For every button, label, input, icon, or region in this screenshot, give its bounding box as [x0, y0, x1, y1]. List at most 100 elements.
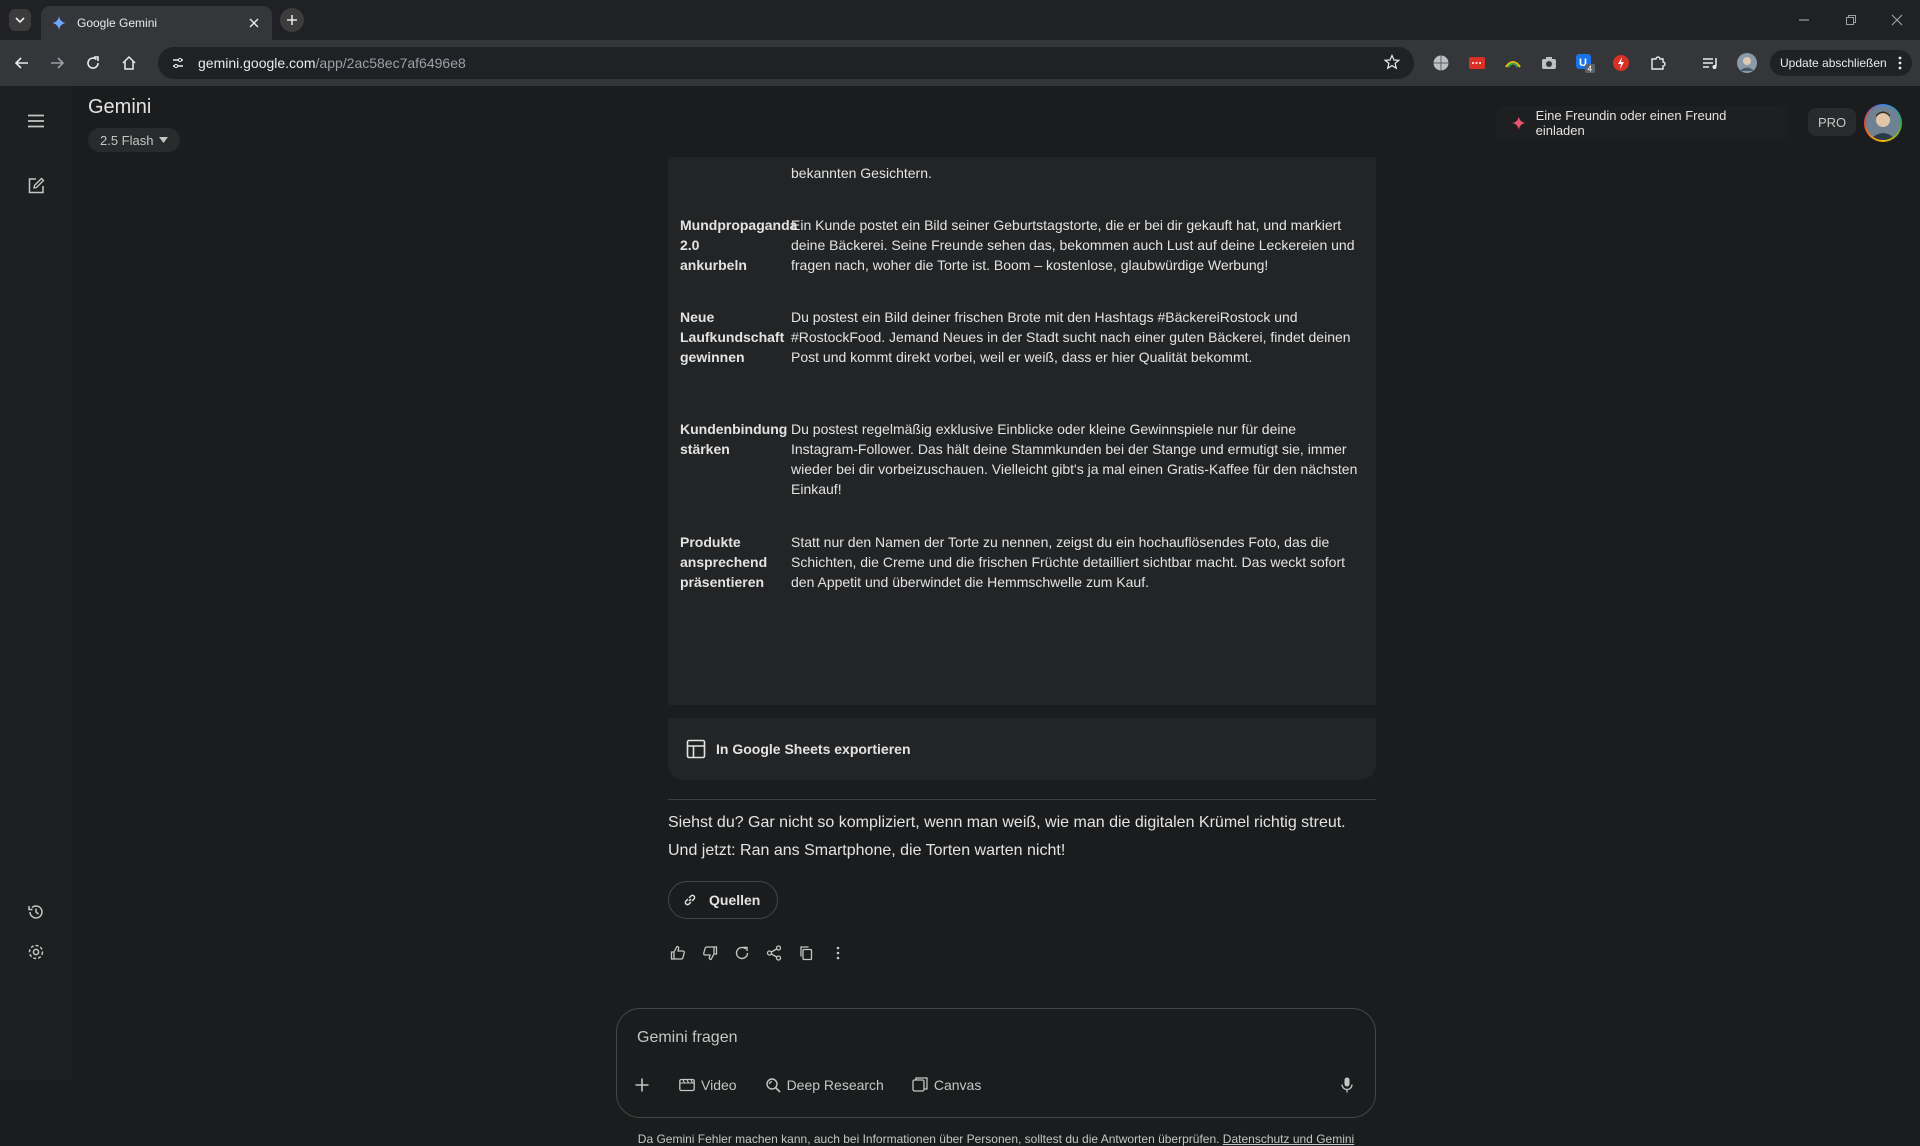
- browser-tab-strip: Google Gemini: [0, 0, 1920, 40]
- prompt-input-placeholder[interactable]: Gemini fragen: [637, 1029, 738, 1047]
- link-icon: [684, 894, 696, 906]
- export-to-sheets-button[interactable]: In Google Sheets exportieren: [668, 718, 1376, 780]
- settings-button[interactable]: [24, 940, 48, 964]
- canvas-tool-label: Canvas: [933, 1077, 982, 1093]
- address-bar[interactable]: gemini.google.com/app/2ac58ec7af6496e8: [158, 47, 1414, 79]
- tab-title: Google Gemini: [77, 16, 158, 30]
- canvas-tool-button[interactable]: Canvas: [912, 1077, 981, 1093]
- update-label: Update abschließen: [1780, 56, 1887, 70]
- sources-label: Quellen: [709, 892, 761, 908]
- more-vert-icon[interactable]: [826, 941, 850, 965]
- tab-search-button[interactable]: [9, 9, 31, 31]
- forward-button[interactable]: [45, 51, 69, 75]
- new-tab-button[interactable]: [280, 8, 304, 32]
- canvas-icon: [912, 1077, 928, 1092]
- reload-icon: [87, 56, 99, 69]
- microphone-icon[interactable]: [1341, 1077, 1353, 1093]
- minimize-window-button[interactable]: [1794, 10, 1814, 30]
- model-selector[interactable]: 2.5 Flash: [88, 128, 181, 152]
- disclaimer-text: Da Gemini Fehler machen kann, auch bei I…: [637, 1132, 1220, 1146]
- extension-badge-count: 4: [1588, 65, 1593, 74]
- deep-research-button[interactable]: Deep Research: [765, 1077, 884, 1093]
- close-icon: [1891, 14, 1903, 26]
- invite-friend-button[interactable]: Eine Freundin oder einen Freund einladen: [1496, 106, 1788, 140]
- add-attachment-button[interactable]: [635, 1078, 655, 1092]
- account-avatar[interactable]: [1864, 104, 1902, 142]
- main-menu-button[interactable]: [24, 109, 48, 133]
- app-title: Gemini: [88, 96, 152, 118]
- table-cell-value: Du postest ein Bild deiner frischen Brot…: [791, 309, 1351, 365]
- sources-button[interactable]: Quellen: [668, 881, 778, 919]
- url-host: gemini.google.com: [198, 55, 316, 71]
- sparkle-icon: [1512, 116, 1526, 130]
- plus-icon: [635, 1078, 649, 1092]
- camera-extension-icon[interactable]: [1539, 53, 1559, 73]
- new-chat-button[interactable]: [24, 174, 48, 198]
- side-rail: [0, 86, 72, 1080]
- back-button[interactable]: [10, 51, 34, 75]
- thumb-up-icon[interactable]: [666, 941, 690, 965]
- table-cell-key: Mundpropaganda 2.0 ankurbeln: [680, 217, 798, 273]
- table-cell-value: Statt nur den Namen der Torte zu nennen,…: [791, 534, 1346, 590]
- user-photo-icon: [1866, 106, 1900, 140]
- copy-icon[interactable]: [794, 941, 818, 965]
- extension-red-icon[interactable]: [1467, 53, 1487, 73]
- extension-globe-icon[interactable]: [1431, 53, 1451, 73]
- response-table: bekannten Gesichtern. Mundpropaganda 2.0…: [668, 157, 1376, 705]
- gemini-app: Gemini 2.5 Flash Eine Freundin oder eine…: [0, 86, 1920, 1146]
- restore-window-button[interactable]: [1841, 10, 1861, 30]
- history-icon: [28, 905, 43, 919]
- table-cell-value: bekannten Gesichtern.: [791, 165, 932, 181]
- close-window-button[interactable]: [1887, 10, 1907, 30]
- update-button[interactable]: Update abschließen: [1770, 50, 1912, 76]
- arrow-right-icon: [51, 57, 65, 69]
- home-icon: [122, 55, 136, 70]
- prompt-input-box[interactable]: Gemini fragen Video Deep Research Canvas: [616, 1008, 1376, 1118]
- minimize-icon: [1799, 19, 1809, 21]
- flash-extension-icon[interactable]: [1611, 53, 1631, 73]
- shield-extension-icon[interactable]: U4: [1575, 53, 1595, 73]
- url-path: /app/2ac58ec7af6496e8: [315, 55, 466, 71]
- reload-button[interactable]: [81, 51, 105, 75]
- gear-icon: [28, 944, 44, 960]
- disclaimer: Da Gemini Fehler machen kann, auch bei I…: [616, 1132, 1376, 1146]
- chevron-down-icon: [15, 17, 25, 24]
- video-tool-button[interactable]: Video: [679, 1077, 737, 1093]
- close-tab-icon[interactable]: [246, 15, 262, 31]
- video-tool-label: Video: [701, 1077, 737, 1093]
- activity-button[interactable]: [24, 900, 48, 924]
- extension-rainbow-icon[interactable]: [1503, 53, 1523, 73]
- share-icon[interactable]: [762, 941, 786, 965]
- invite-label: Eine Freundin oder einen Freund einladen: [1535, 108, 1727, 138]
- site-info-icon[interactable]: [164, 49, 192, 77]
- deep-research-icon: [765, 1078, 781, 1093]
- deep-research-label: Deep Research: [786, 1077, 884, 1093]
- table-cell-key: Produkte ansprechend präsentieren: [680, 534, 768, 590]
- hamburger-icon: [28, 114, 44, 128]
- video-icon: [679, 1078, 695, 1092]
- restore-icon: [1846, 15, 1856, 25]
- caret-down-icon: [159, 137, 169, 143]
- arrow-left-icon: [14, 57, 28, 69]
- table-cell-key: Kundenbindung stärken: [680, 421, 788, 457]
- home-button[interactable]: [117, 51, 141, 75]
- more-vert-icon[interactable]: [1898, 56, 1902, 70]
- regenerate-icon[interactable]: [730, 941, 754, 965]
- edit-square-icon: [28, 177, 45, 194]
- puzzle-extensions-icon[interactable]: [1648, 53, 1668, 73]
- table-cell-key: Neue Laufkundschaft gewinnen: [680, 309, 785, 365]
- model-label: 2.5 Flash: [100, 132, 154, 148]
- thumb-down-icon[interactable]: [698, 941, 722, 965]
- bookmark-star-icon[interactable]: [1384, 54, 1400, 70]
- media-control-icon[interactable]: [1700, 53, 1720, 73]
- privacy-link[interactable]: Datenschutz und Gemini: [1223, 1132, 1354, 1146]
- pro-badge: PRO: [1808, 108, 1857, 136]
- url-text: gemini.google.com/app/2ac58ec7af6496e8: [198, 55, 466, 71]
- profile-avatar-icon[interactable]: [1737, 53, 1757, 73]
- divider: [668, 799, 1376, 800]
- table-grid-icon: [686, 739, 706, 759]
- browser-tab-active[interactable]: Google Gemini: [41, 6, 272, 40]
- gemini-favicon-icon: [52, 16, 66, 30]
- response-actions: [666, 941, 858, 965]
- input-toolbar: Video Deep Research Canvas: [635, 1073, 1009, 1097]
